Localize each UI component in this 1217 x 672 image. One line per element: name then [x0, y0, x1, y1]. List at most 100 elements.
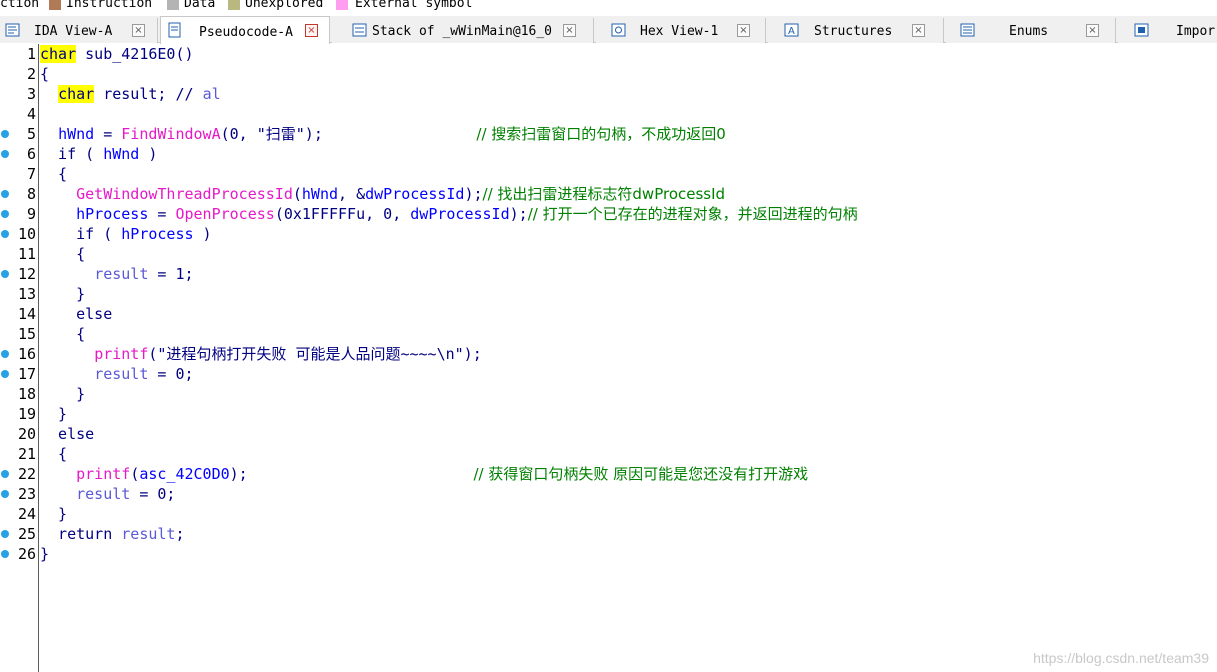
pseudocode-editor[interactable]: 1 char sub_4216E0() 2{3 char result; // al…	[0, 44, 1217, 672]
line-number: 6	[26, 145, 36, 163]
code-token: result	[94, 265, 149, 283]
breakpoint-dot-icon[interactable]	[1, 490, 9, 498]
code-token: (	[130, 465, 140, 483]
tab-label: Impor	[1176, 24, 1216, 39]
line-number: 9	[26, 205, 36, 223]
line-number: 13	[17, 285, 36, 303]
code-line[interactable]: 12 result = 1;	[0, 264, 1217, 284]
code-token: (0x1FFFFFu, 0,	[274, 205, 411, 223]
breakpoint-dot-icon[interactable]	[1, 230, 9, 238]
code-token: result;	[94, 85, 176, 103]
code-token: ;	[175, 525, 185, 543]
breakpoint-dot-icon[interactable]	[1, 210, 9, 218]
close-icon[interactable]: ×	[1086, 24, 1099, 37]
code-token: );	[464, 185, 483, 203]
breakpoint-dot-icon[interactable]	[1, 370, 9, 378]
hex-icon	[611, 23, 626, 37]
code-line[interactable]: 26}	[0, 544, 1217, 564]
code-line[interactable]: 16 printf("进程句柄打开失败 可能是人品问题~~~~\n");	[0, 344, 1217, 364]
code-token: hProcess	[121, 225, 194, 243]
code-token: hWnd	[58, 125, 95, 143]
code-line[interactable]: 4	[0, 104, 1217, 124]
code-text: if ( hWnd )	[40, 144, 157, 164]
code-text: result = 0;	[40, 364, 194, 384]
tab-enums[interactable]: Enums ×	[946, 18, 1116, 43]
code-line[interactable]: 13 }	[0, 284, 1217, 304]
code-line[interactable]: 18 }	[0, 384, 1217, 404]
code-token: );	[509, 205, 528, 223]
code-token: }	[40, 405, 68, 423]
code-token: = 1;	[148, 265, 194, 283]
code-line[interactable]: 24 }	[0, 504, 1217, 524]
code-line[interactable]: 1 char sub_4216E0()	[0, 44, 1217, 64]
line-number: 18	[17, 385, 36, 403]
code-line[interactable]: 8 GetWindowThreadProcessId(hWnd, &dwProc…	[0, 184, 1217, 204]
close-icon[interactable]: ×	[563, 24, 576, 37]
code-line[interactable]: 21 {	[0, 444, 1217, 464]
code-line[interactable]: 22 printf(asc_42C0D0); // 获得窗口句柄失败 原因可能是…	[0, 464, 1217, 484]
close-icon[interactable]: ×	[305, 24, 318, 37]
code-text: hWnd = FindWindowA(0, "扫雷"); // 搜索扫雷窗口的句…	[40, 124, 726, 144]
code-line[interactable]: 10 if ( hProcess )	[0, 224, 1217, 244]
code-line[interactable]: 2{	[0, 64, 1217, 84]
code-line[interactable]: 19 }	[0, 404, 1217, 424]
code-line[interactable]: 6 if ( hWnd )	[0, 144, 1217, 164]
tab-hex-view-1[interactable]: Hex View-1 ×	[596, 18, 766, 43]
line-number: 22	[17, 465, 36, 483]
pseudocode-icon	[168, 22, 181, 38]
breakpoint-dot-icon[interactable]	[1, 470, 9, 478]
breakpoint-dot-icon[interactable]	[1, 150, 9, 158]
tab-bar: IDA View-A × Pseudocode-A × Stack of _wW…	[0, 16, 1217, 44]
code-line[interactable]: 7 {	[0, 164, 1217, 184]
code-token: asc_42C0D0	[139, 465, 230, 483]
code-line[interactable]: 23 result = 0;	[0, 484, 1217, 504]
breakpoint-dot-icon[interactable]	[1, 350, 9, 358]
code-line[interactable]: 14 else	[0, 304, 1217, 324]
breakpoint-dot-icon[interactable]	[1, 550, 9, 558]
code-token: ("进程句柄打开失败 可能是人品问题~~~~\n");	[148, 345, 482, 363]
legend-unexplored-swatch	[228, 0, 240, 10]
code-text: {	[40, 244, 85, 264]
code-line[interactable]: 11 {	[0, 244, 1217, 264]
code-token: {	[40, 445, 68, 463]
breakpoint-dot-icon[interactable]	[1, 530, 9, 538]
tab-label: Pseudocode-A	[199, 25, 293, 40]
close-icon[interactable]: ×	[132, 24, 145, 37]
code-line[interactable]: 15 {	[0, 324, 1217, 344]
code-token: printf	[94, 345, 149, 363]
line-number: 10	[17, 225, 36, 243]
tab-label: Enums	[1009, 24, 1049, 39]
close-icon[interactable]: ×	[912, 24, 925, 37]
code-line[interactable]: 9 hProcess = OpenProcess(0x1FFFFFu, 0, d…	[0, 204, 1217, 224]
code-line[interactable]: 3 char result; // al	[0, 84, 1217, 104]
breakpoint-dot-icon[interactable]	[1, 190, 9, 198]
code-token: // 找出扫雷进程标志符dwProcessId	[482, 185, 726, 203]
code-token: );	[229, 465, 474, 483]
code-line[interactable]: 25 return result;	[0, 524, 1217, 544]
code-text: {	[40, 444, 67, 464]
tab-structures[interactable]: A Structures ×	[768, 18, 944, 43]
code-line[interactable]: 20 else	[0, 424, 1217, 444]
code-token: result	[76, 485, 131, 503]
tab-ida-view-a[interactable]: IDA View-A ×	[0, 18, 158, 43]
code-text: }	[40, 284, 85, 304]
close-icon[interactable]: ×	[737, 24, 750, 37]
line-number: 16	[17, 345, 36, 363]
code-line[interactable]: 17 result = 0;	[0, 364, 1217, 384]
breakpoint-dot-icon[interactable]	[1, 270, 9, 278]
tab-pseudocode-a[interactable]: Pseudocode-A ×	[160, 16, 330, 44]
code-token: (0, "扫雷");	[220, 125, 477, 143]
code-line[interactable]: 5 hWnd = FindWindowA(0, "扫雷"); // 搜索扫雷窗口…	[0, 124, 1217, 144]
svg-text:A: A	[788, 26, 795, 37]
code-token: else	[40, 425, 95, 443]
code-text: {	[40, 164, 67, 184]
breakpoint-dot-icon[interactable]	[1, 130, 9, 138]
tab-stack-of-wwinmain[interactable]: Stack of _wWinMain@16_0 ×	[332, 18, 594, 43]
code-token: }	[40, 385, 86, 403]
code-token: = 0;	[148, 365, 194, 383]
tab-imports[interactable]: Impor	[1118, 18, 1217, 43]
